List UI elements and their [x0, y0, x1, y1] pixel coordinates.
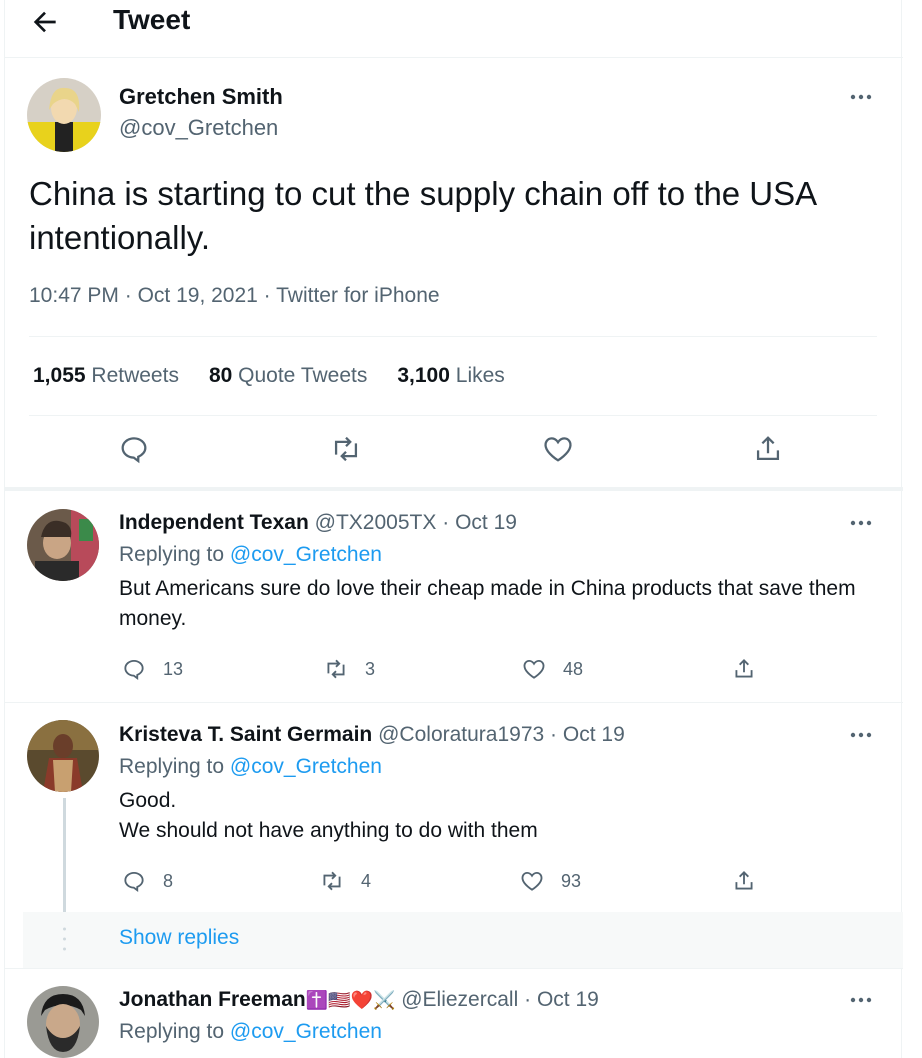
divider — [29, 336, 877, 337]
more-icon — [850, 94, 872, 100]
reply-icon — [124, 659, 144, 681]
tweet-source[interactable]: Twitter for iPhone — [276, 284, 439, 307]
name-emoji: ✝️🇺🇸❤️⚔️ — [305, 990, 396, 1010]
tweet-date[interactable]: Oct 19, 2021 — [138, 284, 258, 307]
reply-count: 8 — [163, 870, 174, 891]
heart-icon — [521, 871, 543, 891]
reply-button[interactable]: 8 — [121, 866, 173, 896]
meta-separator: · — [550, 723, 558, 746]
author-name[interactable]: Gretchen Smith — [119, 84, 283, 110]
replying-to-link[interactable]: @cov_Gretchen — [230, 755, 382, 778]
more-icon — [850, 997, 872, 1003]
reply-button[interactable] — [117, 432, 151, 466]
reply-header: Kristeva T. Saint Germain @Coloratura197… — [119, 723, 625, 747]
share-button[interactable] — [731, 866, 757, 896]
reply-button[interactable]: 13 — [121, 654, 183, 684]
retweet-icon — [334, 436, 358, 462]
reply-avatar[interactable] — [27, 720, 99, 792]
page-header: Tweet — [5, 0, 903, 58]
author-handle[interactable]: @cov_Gretchen — [119, 115, 278, 141]
retweet-icon — [327, 659, 345, 679]
tweet-text: China is starting to cut the supply chai… — [29, 175, 816, 256]
reply-header: Jonathan Freeman✝️🇺🇸❤️⚔️ @Eliezercall · … — [119, 988, 599, 1012]
retweet-button[interactable]: 4 — [319, 866, 371, 896]
tweet-page: Tweet Gretchen Smith @cov_Gretchen China… — [4, 0, 903, 1058]
like-button[interactable] — [541, 432, 575, 466]
more-icon — [850, 520, 872, 526]
likes-stat[interactable]: 3,100 Likes — [397, 364, 504, 388]
arrow-left-icon — [33, 11, 56, 33]
more-options-button[interactable] — [847, 90, 875, 104]
page-title: Tweet — [113, 4, 191, 35]
retweet-icon — [323, 871, 341, 891]
reply-date[interactable]: Oct 19 — [563, 723, 625, 746]
like-count: 48 — [563, 658, 584, 679]
thread-line — [63, 798, 66, 912]
reply-icon — [124, 871, 144, 893]
reply-divider — [5, 702, 903, 703]
retweets-stat[interactable]: 1,055 Retweets — [33, 364, 179, 388]
more-options-button[interactable] — [847, 516, 875, 530]
more-options-button[interactable] — [847, 728, 875, 742]
section-divider — [5, 487, 903, 491]
reply-date[interactable]: Oct 19 — [537, 988, 599, 1011]
show-replies-link[interactable]: Show replies — [119, 926, 239, 950]
replying-to-link[interactable]: @cov_Gretchen — [230, 543, 382, 566]
reply-author-handle[interactable]: @Eliezercall — [401, 988, 518, 1011]
like-button[interactable]: 48 — [521, 654, 583, 684]
reply-avatar[interactable] — [27, 509, 99, 581]
more-icon — [850, 732, 872, 738]
tweet-meta: 10:47 PM · Oct 19, 2021 · Twitter for iP… — [29, 284, 440, 308]
replying-to: Replying to @cov_Gretchen — [119, 1020, 382, 1043]
replying-to: Replying to @cov_Gretchen — [119, 755, 382, 778]
reply-avatar[interactable] — [27, 986, 99, 1058]
reply-author-name[interactable]: Independent Texan — [119, 511, 309, 534]
replying-to-link[interactable]: @cov_Gretchen — [230, 1020, 382, 1043]
reply-icon — [121, 437, 147, 464]
reply-author-handle[interactable]: @Coloratura1973 — [378, 723, 544, 746]
heart-icon — [523, 659, 545, 679]
reply-avatar-image — [27, 509, 99, 581]
reply-text-line: We should not have anything to do with t… — [119, 819, 538, 842]
heart-icon — [544, 437, 572, 462]
retweet-count: 4 — [361, 870, 372, 891]
meta-separator: · — [263, 284, 271, 307]
author-avatar[interactable] — [27, 78, 101, 152]
reply-text: Good. We should not have anything to do … — [119, 786, 879, 846]
reply-avatar-image — [27, 720, 99, 792]
retweet-button[interactable] — [329, 432, 363, 466]
retweet-count: 3 — [365, 658, 376, 679]
share-icon — [735, 659, 753, 678]
replying-to: Replying to @cov_Gretchen — [119, 543, 382, 566]
meta-separator: · — [124, 284, 132, 307]
reply-count: 13 — [163, 658, 184, 679]
meta-separator: · — [524, 988, 532, 1011]
reply-date[interactable]: Oct 19 — [455, 511, 517, 534]
tweet-stats: 1,055 Retweets 80 Quote Tweets 3,100 Lik… — [33, 364, 505, 388]
share-icon — [756, 436, 780, 461]
quote-tweets-stat[interactable]: 80 Quote Tweets — [209, 364, 367, 388]
share-button[interactable] — [751, 432, 785, 466]
reply-author-name[interactable]: Jonathan Freeman — [119, 988, 306, 1011]
retweet-button[interactable]: 3 — [323, 654, 375, 684]
back-button[interactable] — [29, 6, 61, 38]
tweet-time[interactable]: 10:47 PM — [29, 284, 119, 307]
like-count: 93 — [561, 870, 582, 891]
reply-avatar-image — [27, 986, 99, 1058]
reply-author-handle[interactable]: @TX2005TX — [315, 511, 437, 534]
author-avatar-image — [27, 78, 101, 152]
reply-text-line: Good. — [119, 789, 177, 812]
more-options-button[interactable] — [847, 993, 875, 1007]
reply-text: But Americans sure do love their cheap m… — [119, 577, 856, 630]
share-button[interactable] — [731, 654, 757, 684]
thread-dots — [63, 927, 66, 951]
like-button[interactable]: 93 — [519, 866, 581, 896]
reply-header: Independent Texan @TX2005TX · Oct 19 — [119, 511, 517, 535]
reply-author-name[interactable]: Kristeva T. Saint Germain — [119, 723, 372, 746]
meta-separator: · — [442, 511, 450, 534]
share-icon — [735, 871, 753, 890]
reply-divider — [5, 968, 903, 969]
divider — [29, 415, 877, 416]
